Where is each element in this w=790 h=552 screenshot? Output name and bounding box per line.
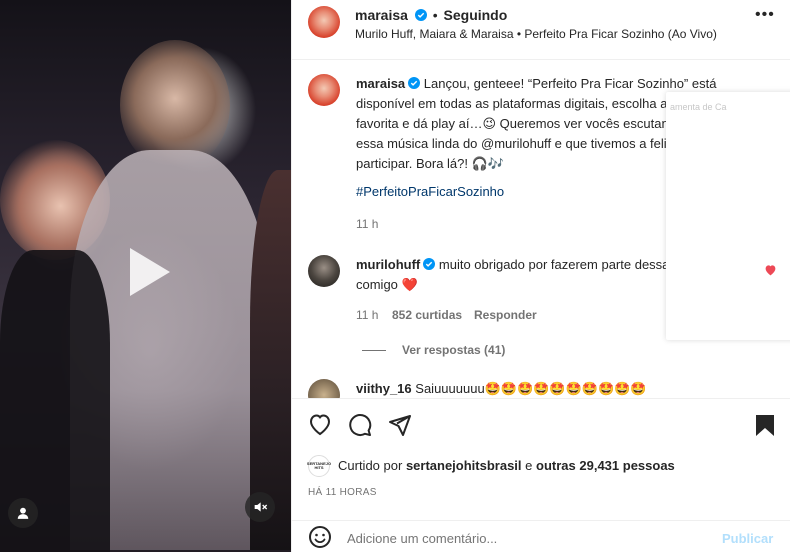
replies-divider [362,350,386,351]
overlay-heart-icon[interactable] [764,264,777,276]
comment-icon[interactable] [348,413,372,437]
caption-line-1: Lançou, genteee! “Perfeito Pra Ficar Soz… [423,76,717,91]
post-header: maraisa • Seguindo Murilo Huff, Maiara &… [292,0,790,60]
comment2-text: Saiuuuuuuu🤩🤩🤩🤩🤩🤩🤩🤩🤩🤩 [415,381,647,396]
caption-avatar[interactable] [308,74,340,106]
avatar[interactable] [308,6,340,38]
comment-input[interactable] [347,528,697,548]
view-replies-button[interactable]: Ver respostas (41) [402,343,505,357]
comment-likes-link[interactable]: 852 curtidas [392,308,462,322]
likes-count-link[interactable]: outras 29,431 pessoas [536,458,675,473]
caption-time: 11 h [356,217,379,231]
save-icon[interactable] [754,413,776,437]
like-icon[interactable] [308,413,332,437]
more-options-button[interactable]: ••• [755,6,775,24]
verified-icon [408,77,421,89]
comment2-username[interactable]: viithy_16 [356,381,412,396]
post-username[interactable]: maraisa [355,7,408,23]
post-video[interactable] [0,0,291,552]
likes-summary: Curtido por sertanejohitsbrasil e outras… [338,458,675,473]
post-date: HÁ 11 HORAS [308,487,377,498]
share-icon[interactable] [388,413,412,437]
hashtag-link[interactable]: #PerfeitoPraFicarSozinho [356,182,504,202]
overlay-text: amenta de Ca [670,102,727,112]
audio-link[interactable]: Murilo Huff, Maiara & Maraisa • Perfeito… [355,27,717,41]
verified-icon [423,258,436,270]
comment-avatar[interactable] [308,255,340,287]
emoji-icon[interactable] [308,525,332,549]
liker-username[interactable]: sertanejohitsbrasil [406,458,522,473]
comment-username[interactable]: murilohuff [356,257,420,272]
liker-avatar[interactable]: SERTANEJO HITS [307,455,331,477]
publish-button[interactable]: Publicar [722,531,773,546]
mute-icon[interactable] [245,492,275,522]
comment2-avatar[interactable] [308,379,340,398]
comment-bar: Publicar [292,520,790,552]
reply-button[interactable]: Responder [474,308,537,322]
comment-time: 11 h [356,308,379,322]
user-tags-icon[interactable] [8,498,38,528]
follow-status-button[interactable]: Seguindo [444,7,508,23]
overlay-card: amenta de Ca [666,92,790,340]
play-icon[interactable] [114,240,178,304]
caption-username[interactable]: maraisa [356,76,405,91]
verified-icon [414,9,427,21]
